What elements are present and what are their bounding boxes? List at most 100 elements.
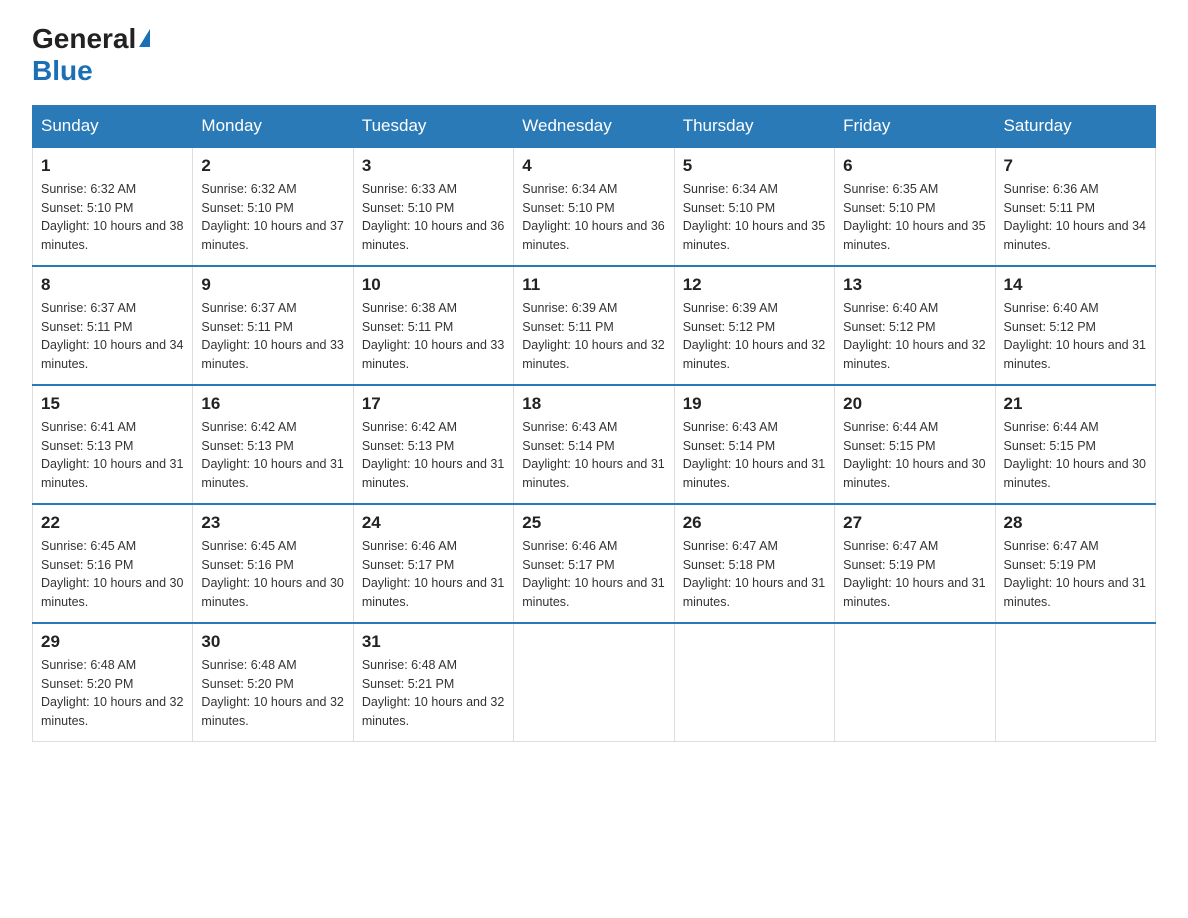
- calendar-cell: 23 Sunrise: 6:45 AMSunset: 5:16 PMDaylig…: [193, 504, 353, 623]
- calendar-cell: 4 Sunrise: 6:34 AMSunset: 5:10 PMDayligh…: [514, 147, 674, 266]
- day-info: Sunrise: 6:42 AMSunset: 5:13 PMDaylight:…: [362, 418, 505, 493]
- day-info: Sunrise: 6:34 AMSunset: 5:10 PMDaylight:…: [522, 180, 665, 255]
- day-info: Sunrise: 6:47 AMSunset: 5:19 PMDaylight:…: [1004, 537, 1147, 612]
- calendar-cell: 9 Sunrise: 6:37 AMSunset: 5:11 PMDayligh…: [193, 266, 353, 385]
- calendar-week-row: 15 Sunrise: 6:41 AMSunset: 5:13 PMDaylig…: [33, 385, 1156, 504]
- day-number: 16: [201, 394, 344, 414]
- day-info: Sunrise: 6:40 AMSunset: 5:12 PMDaylight:…: [1004, 299, 1147, 374]
- day-info: Sunrise: 6:34 AMSunset: 5:10 PMDaylight:…: [683, 180, 826, 255]
- calendar-cell: 21 Sunrise: 6:44 AMSunset: 5:15 PMDaylig…: [995, 385, 1155, 504]
- weekday-header-saturday: Saturday: [995, 105, 1155, 147]
- calendar-cell: 16 Sunrise: 6:42 AMSunset: 5:13 PMDaylig…: [193, 385, 353, 504]
- day-number: 7: [1004, 156, 1147, 176]
- day-info: Sunrise: 6:32 AMSunset: 5:10 PMDaylight:…: [201, 180, 344, 255]
- day-info: Sunrise: 6:48 AMSunset: 5:20 PMDaylight:…: [41, 656, 184, 731]
- calendar-cell: 10 Sunrise: 6:38 AMSunset: 5:11 PMDaylig…: [353, 266, 513, 385]
- calendar-cell: 3 Sunrise: 6:33 AMSunset: 5:10 PMDayligh…: [353, 147, 513, 266]
- day-number: 12: [683, 275, 826, 295]
- day-info: Sunrise: 6:40 AMSunset: 5:12 PMDaylight:…: [843, 299, 986, 374]
- calendar-cell: 2 Sunrise: 6:32 AMSunset: 5:10 PMDayligh…: [193, 147, 353, 266]
- day-number: 13: [843, 275, 986, 295]
- day-info: Sunrise: 6:42 AMSunset: 5:13 PMDaylight:…: [201, 418, 344, 493]
- day-number: 14: [1004, 275, 1147, 295]
- day-number: 6: [843, 156, 986, 176]
- day-number: 30: [201, 632, 344, 652]
- day-number: 20: [843, 394, 986, 414]
- calendar-cell: 8 Sunrise: 6:37 AMSunset: 5:11 PMDayligh…: [33, 266, 193, 385]
- day-number: 25: [522, 513, 665, 533]
- day-number: 11: [522, 275, 665, 295]
- day-number: 26: [683, 513, 826, 533]
- day-info: Sunrise: 6:46 AMSunset: 5:17 PMDaylight:…: [362, 537, 505, 612]
- calendar-cell: 22 Sunrise: 6:45 AMSunset: 5:16 PMDaylig…: [33, 504, 193, 623]
- calendar-table: SundayMondayTuesdayWednesdayThursdayFrid…: [32, 105, 1156, 742]
- day-info: Sunrise: 6:39 AMSunset: 5:11 PMDaylight:…: [522, 299, 665, 374]
- weekday-header-sunday: Sunday: [33, 105, 193, 147]
- day-info: Sunrise: 6:33 AMSunset: 5:10 PMDaylight:…: [362, 180, 505, 255]
- day-info: Sunrise: 6:46 AMSunset: 5:17 PMDaylight:…: [522, 537, 665, 612]
- day-number: 2: [201, 156, 344, 176]
- day-number: 15: [41, 394, 184, 414]
- day-info: Sunrise: 6:47 AMSunset: 5:19 PMDaylight:…: [843, 537, 986, 612]
- calendar-week-row: 8 Sunrise: 6:37 AMSunset: 5:11 PMDayligh…: [33, 266, 1156, 385]
- day-number: 21: [1004, 394, 1147, 414]
- calendar-cell: 26 Sunrise: 6:47 AMSunset: 5:18 PMDaylig…: [674, 504, 834, 623]
- calendar-cell: 28 Sunrise: 6:47 AMSunset: 5:19 PMDaylig…: [995, 504, 1155, 623]
- calendar-cell: 14 Sunrise: 6:40 AMSunset: 5:12 PMDaylig…: [995, 266, 1155, 385]
- logo-general: General: [32, 24, 136, 55]
- day-info: Sunrise: 6:45 AMSunset: 5:16 PMDaylight:…: [201, 537, 344, 612]
- calendar-cell: [835, 623, 995, 742]
- day-number: 24: [362, 513, 505, 533]
- day-info: Sunrise: 6:36 AMSunset: 5:11 PMDaylight:…: [1004, 180, 1147, 255]
- day-number: 31: [362, 632, 505, 652]
- calendar-cell: 7 Sunrise: 6:36 AMSunset: 5:11 PMDayligh…: [995, 147, 1155, 266]
- day-info: Sunrise: 6:41 AMSunset: 5:13 PMDaylight:…: [41, 418, 184, 493]
- day-number: 18: [522, 394, 665, 414]
- day-number: 3: [362, 156, 505, 176]
- day-info: Sunrise: 6:44 AMSunset: 5:15 PMDaylight:…: [843, 418, 986, 493]
- calendar-cell: 19 Sunrise: 6:43 AMSunset: 5:14 PMDaylig…: [674, 385, 834, 504]
- logo-blue: Blue: [32, 55, 93, 87]
- day-info: Sunrise: 6:35 AMSunset: 5:10 PMDaylight:…: [843, 180, 986, 255]
- day-number: 4: [522, 156, 665, 176]
- day-number: 28: [1004, 513, 1147, 533]
- weekday-header-thursday: Thursday: [674, 105, 834, 147]
- weekday-header-tuesday: Tuesday: [353, 105, 513, 147]
- calendar-cell: 31 Sunrise: 6:48 AMSunset: 5:21 PMDaylig…: [353, 623, 513, 742]
- calendar-cell: 11 Sunrise: 6:39 AMSunset: 5:11 PMDaylig…: [514, 266, 674, 385]
- weekday-header-row: SundayMondayTuesdayWednesdayThursdayFrid…: [33, 105, 1156, 147]
- day-info: Sunrise: 6:37 AMSunset: 5:11 PMDaylight:…: [41, 299, 184, 374]
- day-info: Sunrise: 6:39 AMSunset: 5:12 PMDaylight:…: [683, 299, 826, 374]
- calendar-cell: 24 Sunrise: 6:46 AMSunset: 5:17 PMDaylig…: [353, 504, 513, 623]
- day-info: Sunrise: 6:45 AMSunset: 5:16 PMDaylight:…: [41, 537, 184, 612]
- calendar-week-row: 1 Sunrise: 6:32 AMSunset: 5:10 PMDayligh…: [33, 147, 1156, 266]
- day-info: Sunrise: 6:48 AMSunset: 5:21 PMDaylight:…: [362, 656, 505, 731]
- day-number: 17: [362, 394, 505, 414]
- calendar-cell: 25 Sunrise: 6:46 AMSunset: 5:17 PMDaylig…: [514, 504, 674, 623]
- weekday-header-friday: Friday: [835, 105, 995, 147]
- day-number: 27: [843, 513, 986, 533]
- day-info: Sunrise: 6:48 AMSunset: 5:20 PMDaylight:…: [201, 656, 344, 731]
- calendar-cell: 29 Sunrise: 6:48 AMSunset: 5:20 PMDaylig…: [33, 623, 193, 742]
- calendar-cell: 5 Sunrise: 6:34 AMSunset: 5:10 PMDayligh…: [674, 147, 834, 266]
- day-number: 19: [683, 394, 826, 414]
- day-number: 10: [362, 275, 505, 295]
- day-info: Sunrise: 6:47 AMSunset: 5:18 PMDaylight:…: [683, 537, 826, 612]
- calendar-cell: 20 Sunrise: 6:44 AMSunset: 5:15 PMDaylig…: [835, 385, 995, 504]
- day-number: 5: [683, 156, 826, 176]
- day-number: 9: [201, 275, 344, 295]
- day-number: 22: [41, 513, 184, 533]
- calendar-cell: 12 Sunrise: 6:39 AMSunset: 5:12 PMDaylig…: [674, 266, 834, 385]
- calendar-cell: 1 Sunrise: 6:32 AMSunset: 5:10 PMDayligh…: [33, 147, 193, 266]
- day-number: 8: [41, 275, 184, 295]
- logo: General Blue: [32, 24, 150, 87]
- calendar-cell: [514, 623, 674, 742]
- calendar-cell: 27 Sunrise: 6:47 AMSunset: 5:19 PMDaylig…: [835, 504, 995, 623]
- calendar-week-row: 29 Sunrise: 6:48 AMSunset: 5:20 PMDaylig…: [33, 623, 1156, 742]
- calendar-cell: 6 Sunrise: 6:35 AMSunset: 5:10 PMDayligh…: [835, 147, 995, 266]
- calendar-cell: 15 Sunrise: 6:41 AMSunset: 5:13 PMDaylig…: [33, 385, 193, 504]
- calendar-cell: [995, 623, 1155, 742]
- weekday-header-monday: Monday: [193, 105, 353, 147]
- day-info: Sunrise: 6:43 AMSunset: 5:14 PMDaylight:…: [683, 418, 826, 493]
- day-info: Sunrise: 6:43 AMSunset: 5:14 PMDaylight:…: [522, 418, 665, 493]
